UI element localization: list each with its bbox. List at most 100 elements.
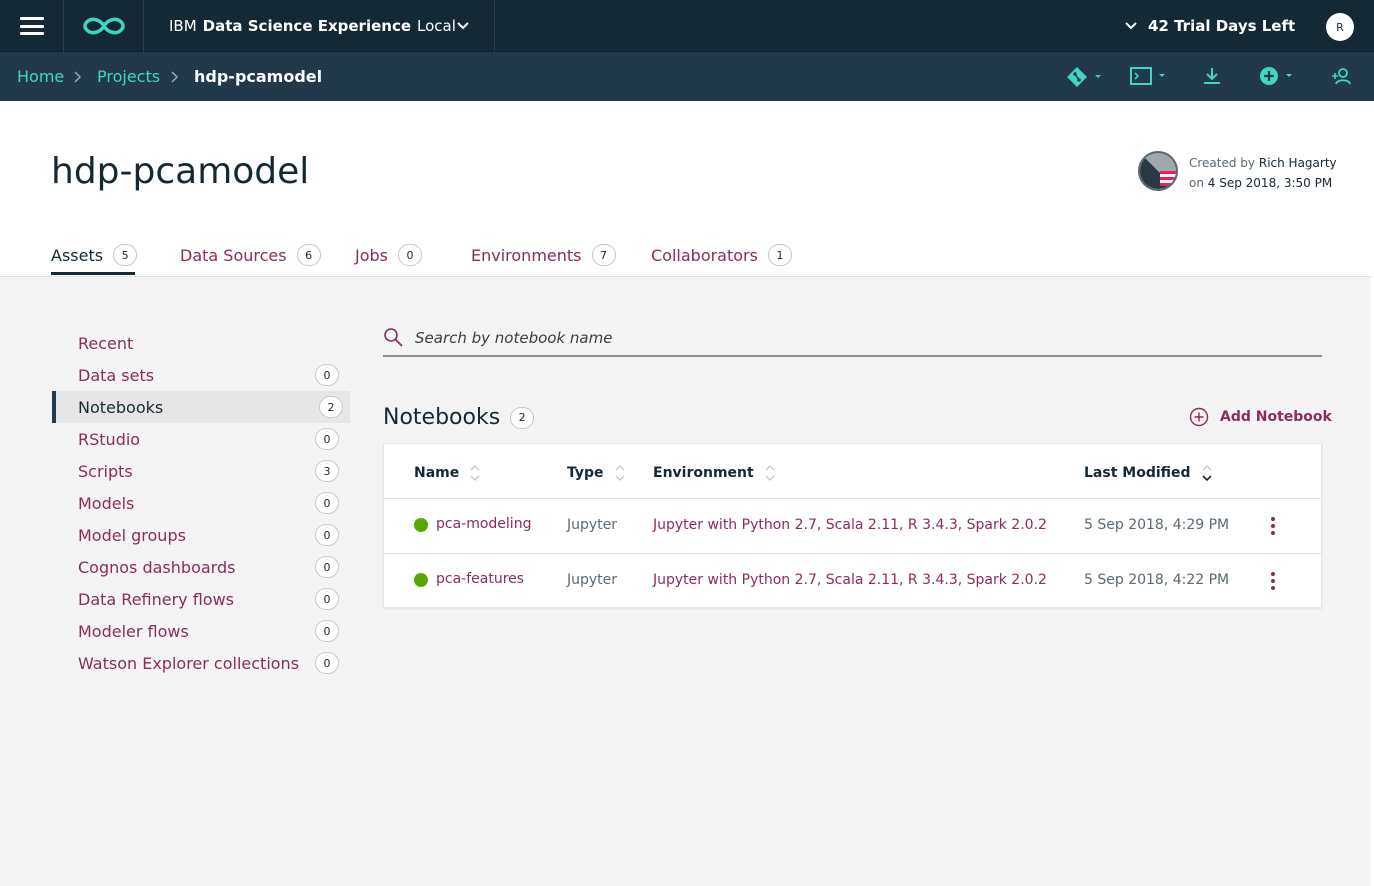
notebook-type: Jupyter bbox=[567, 572, 618, 588]
add-collaborator-button[interactable] bbox=[1330, 66, 1352, 86]
sidebar-count-badge: 0 bbox=[315, 428, 339, 450]
search-icon bbox=[384, 328, 403, 347]
tab-data-sources[interactable]: Data Sources 6 bbox=[180, 244, 321, 266]
status-dot bbox=[414, 518, 428, 532]
sidebar-item-models[interactable]: Models 0 bbox=[52, 487, 350, 519]
sidebar-item-label: RStudio bbox=[78, 429, 141, 449]
sort-icon bbox=[615, 465, 624, 481]
notebooks-heading: Notebooks 2 bbox=[383, 405, 535, 430]
page-title: hdp-pcamodel bbox=[51, 151, 310, 192]
add-collaborator-icon bbox=[1332, 68, 1351, 85]
notebook-environment-link[interactable]: Jupyter with Python 2.7, Scala 2.11, R 3… bbox=[653, 517, 1047, 533]
sidebar-item-rstudio[interactable]: RStudio 0 bbox=[52, 423, 350, 455]
sort-icon bbox=[765, 465, 775, 481]
row-overflow-menu[interactable] bbox=[1270, 572, 1276, 590]
sidebar-count-badge: 0 bbox=[315, 620, 339, 642]
download-button[interactable] bbox=[1202, 66, 1222, 86]
git-actions-button[interactable] bbox=[1066, 66, 1103, 88]
hamburger-menu-button[interactable] bbox=[0, 0, 64, 52]
breadcrumb-bar: Home Projects hdp-pcamodel bbox=[0, 52, 1374, 101]
product-brand: IBM bbox=[169, 17, 197, 35]
notebook-name-link[interactable]: pca-features bbox=[436, 571, 524, 587]
table-row: pca-modeling Jupyter Jupyter with Python… bbox=[384, 498, 1321, 553]
sidebar-count-badge: 0 bbox=[315, 652, 339, 674]
column-header-label: Last Modified bbox=[1084, 465, 1191, 481]
git-icon bbox=[1067, 67, 1087, 87]
tab-assets[interactable]: Assets 5 bbox=[51, 244, 138, 266]
project-header: hdp-pcamodel Created by Rich Hagarty on … bbox=[0, 101, 1371, 277]
caret-down-icon bbox=[1159, 74, 1165, 77]
add-asset-button[interactable] bbox=[1259, 66, 1294, 86]
breadcrumb-home-link[interactable]: Home bbox=[17, 67, 64, 86]
sidebar-item-label: Data sets bbox=[78, 365, 155, 385]
tab-label: Collaborators bbox=[651, 245, 758, 265]
search-input[interactable] bbox=[415, 326, 1295, 350]
sidebar-item-label: Models bbox=[78, 493, 135, 513]
creator-avatar bbox=[1138, 151, 1178, 191]
tab-count-badge: 7 bbox=[591, 244, 616, 266]
add-circle-outline-icon bbox=[1189, 407, 1209, 427]
tab-environments[interactable]: Environments 7 bbox=[471, 244, 616, 266]
caret-down-icon bbox=[1095, 75, 1101, 78]
sidebar-item-label: Data Refinery flows bbox=[78, 589, 235, 609]
column-header-label: Name bbox=[414, 465, 460, 481]
tab-count-badge: 5 bbox=[113, 244, 138, 266]
column-header-type[interactable]: Type bbox=[567, 462, 626, 484]
terminal-button[interactable] bbox=[1130, 66, 1167, 86]
sidebar-item-modeler-flows[interactable]: Modeler flows 0 bbox=[52, 615, 350, 647]
home-logo-link[interactable] bbox=[64, 0, 144, 52]
tab-count-badge: 1 bbox=[767, 244, 792, 266]
chevron-right-icon bbox=[74, 71, 82, 83]
notebook-last-modified: 5 Sep 2018, 4:22 PM bbox=[1084, 572, 1230, 588]
sidebar-item-label: Model groups bbox=[78, 525, 186, 545]
tab-label: Jobs bbox=[355, 245, 388, 265]
sort-descending-icon bbox=[1201, 465, 1212, 482]
tab-jobs[interactable]: Jobs 0 bbox=[355, 244, 422, 266]
sidebar-item-data-sets[interactable]: Data sets 0 bbox=[52, 359, 350, 391]
sidebar-item-model-groups[interactable]: Model groups 0 bbox=[52, 519, 350, 551]
column-header-environment[interactable]: Environment bbox=[653, 462, 776, 484]
user-avatar-button[interactable]: R bbox=[1326, 13, 1354, 41]
trial-days-dropdown[interactable]: 42 Trial Days Left bbox=[1124, 17, 1295, 35]
breadcrumb-current: hdp-pcamodel bbox=[194, 67, 323, 86]
column-header-name[interactable]: Name bbox=[414, 462, 481, 484]
sidebar-item-watson-explorer-collections[interactable]: Watson Explorer collections 0 bbox=[52, 647, 350, 679]
chevron-right-icon bbox=[171, 71, 179, 83]
notebook-environment-link[interactable]: Jupyter with Python 2.7, Scala 2.11, R 3… bbox=[653, 572, 1047, 588]
hamburger-icon bbox=[19, 17, 44, 35]
notebooks-table: Name Type Environment Last Modified pca-… bbox=[383, 443, 1322, 608]
created-on-date: 4 Sep 2018, 3:50 PM bbox=[1207, 176, 1333, 190]
caret-down-icon bbox=[1286, 74, 1292, 77]
product-switcher[interactable]: IBM Data Science Experience Local bbox=[144, 0, 495, 52]
chevron-down-icon bbox=[1125, 22, 1137, 30]
sidebar-item-label: Modeler flows bbox=[78, 621, 189, 641]
tab-collaborators[interactable]: Collaborators 1 bbox=[651, 244, 792, 266]
tab-label: Environments bbox=[471, 245, 582, 265]
sidebar-count-badge: 0 bbox=[315, 364, 339, 386]
status-dot bbox=[414, 573, 428, 587]
download-icon bbox=[1204, 68, 1220, 84]
breadcrumb-projects-link[interactable]: Projects bbox=[97, 67, 160, 86]
sidebar-item-notebooks[interactable]: Notebooks 2 bbox=[52, 391, 350, 423]
sidebar-item-label: Watson Explorer collections bbox=[78, 653, 300, 673]
active-tab-indicator bbox=[51, 272, 135, 275]
sidebar-item-recent[interactable]: Recent bbox=[52, 327, 350, 359]
created-by-name: Rich Hagarty bbox=[1258, 156, 1337, 170]
row-overflow-menu[interactable] bbox=[1270, 517, 1276, 535]
sidebar-count-badge: 0 bbox=[315, 524, 339, 546]
sidebar-item-data-refinery-flows[interactable]: Data Refinery flows 0 bbox=[52, 583, 350, 615]
add-notebook-button[interactable]: Add Notebook bbox=[1189, 407, 1332, 427]
column-header-last-modified[interactable]: Last Modified bbox=[1084, 462, 1213, 484]
add-circle-icon bbox=[1260, 67, 1278, 85]
sidebar-item-scripts[interactable]: Scripts 3 bbox=[52, 455, 350, 487]
sidebar-count-badge: 2 bbox=[319, 396, 343, 418]
sidebar-count-badge: 0 bbox=[315, 556, 339, 578]
product-name: Data Science Experience bbox=[202, 17, 412, 35]
infinity-logo-icon bbox=[82, 17, 125, 35]
sidebar-count-badge: 0 bbox=[315, 588, 339, 610]
sidebar-item-cognos-dashboards[interactable]: Cognos dashboards 0 bbox=[52, 551, 350, 583]
notebook-name-link[interactable]: pca-modeling bbox=[436, 516, 531, 532]
section-title: Notebooks bbox=[383, 405, 501, 430]
notebooks-count-badge: 2 bbox=[510, 406, 535, 429]
sidebar-item-label: Recent bbox=[78, 333, 134, 353]
